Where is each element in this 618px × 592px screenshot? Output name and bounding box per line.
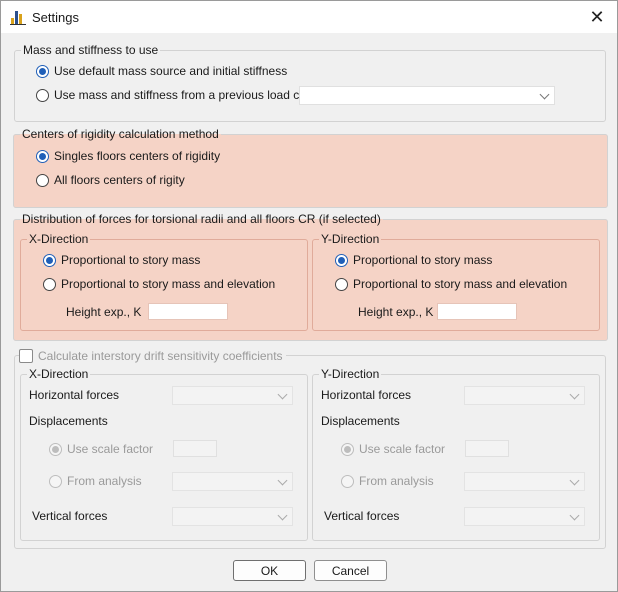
chevron-down-icon (569, 475, 580, 486)
drift-sensitivity-checkbox[interactable]: Calculate interstory drift sensitivity c… (19, 349, 286, 363)
radio-default-mass-indicator (36, 64, 49, 78)
mass-stiffness-group: Mass and stiffness to use (14, 44, 606, 122)
radio-single-floor-cr-indicator (36, 149, 49, 163)
radio-y-mass-elevation[interactable]: Proportional to story mass and elevation (335, 277, 567, 291)
radio-single-floor-cr-label: Singles floors centers of rigidity (54, 149, 221, 163)
x-vertical-forces-combo[interactable] (172, 507, 293, 526)
chevron-down-icon (277, 475, 288, 486)
radio-y-story-mass-indicator (335, 253, 348, 267)
radio-y-analysis-label: From analysis (359, 474, 434, 488)
radio-y-scale-label: Use scale factor (359, 442, 446, 456)
radio-y-analysis-indicator (341, 474, 354, 488)
drift-checkbox-box (19, 349, 33, 363)
radio-default-mass[interactable]: Use default mass source and initial stif… (36, 64, 287, 78)
drift-y-legend: Y-Direction (321, 367, 380, 381)
y-horizontal-forces-combo[interactable] (464, 386, 585, 405)
drift-x-legend: X-Direction (29, 367, 89, 381)
radio-x-mass-elevation-indicator (43, 277, 56, 291)
radio-x-mass-elevation[interactable]: Proportional to story mass and elevation (43, 277, 275, 291)
radio-x-story-mass-label: Proportional to story mass (61, 253, 201, 267)
radio-single-floor-cr[interactable]: Singles floors centers of rigidity (36, 149, 220, 163)
y-from-analysis-combo[interactable] (464, 472, 585, 491)
torsion-x-legend: X-Direction (29, 232, 89, 246)
cancel-button[interactable]: Cancel (314, 560, 387, 581)
radio-x-from-analysis[interactable]: From analysis (49, 474, 142, 488)
y-height-exp-input[interactable] (437, 303, 517, 320)
close-icon[interactable]: ✕ (577, 1, 617, 33)
radio-x-scale-label: Use scale factor (67, 442, 154, 456)
y-height-exp-label: Height exp., K (358, 305, 434, 319)
radio-all-floors-cr[interactable]: All floors centers of rigity (36, 173, 185, 187)
radio-y-story-mass-label: Proportional to story mass (353, 253, 493, 267)
radio-y-mass-elevation-label: Proportional to story mass and elevation (353, 277, 568, 291)
bar-chart-app-icon (10, 11, 26, 25)
drift-checkbox-label: Calculate interstory drift sensitivity c… (38, 349, 283, 363)
radio-x-mass-elevation-label: Proportional to story mass and elevation (61, 277, 276, 291)
title-bar: Settings ✕ (1, 1, 617, 33)
window-title: Settings (32, 10, 79, 25)
radio-y-scale-indicator (341, 442, 354, 456)
radio-x-analysis-label: From analysis (67, 474, 142, 488)
y-horizontal-forces-label: Horizontal forces (321, 388, 412, 402)
radio-y-use-scale-factor[interactable]: Use scale factor (341, 442, 445, 456)
y-vertical-forces-label: Vertical forces (324, 509, 400, 523)
chevron-down-icon (539, 89, 550, 100)
radio-previous-case-indicator (36, 88, 49, 102)
rigidity-method-group: Centers of rigidity calculation method (13, 128, 608, 208)
x-height-exp-label: Height exp., K (66, 305, 142, 319)
radio-x-analysis-indicator (49, 474, 62, 488)
torsion-y-legend: Y-Direction (321, 232, 380, 246)
radio-y-from-analysis[interactable]: From analysis (341, 474, 434, 488)
radio-previous-case[interactable]: Use mass and stiffness from a previous l… (36, 88, 319, 102)
x-vertical-forces-label: Vertical forces (32, 509, 108, 523)
radio-all-floors-cr-indicator (36, 173, 49, 187)
force-distribution-legend: Distribution of forces for torsional rad… (22, 212, 381, 226)
radio-x-story-mass[interactable]: Proportional to story mass (43, 253, 200, 267)
radio-previous-case-label: Use mass and stiffness from a previous l… (54, 88, 319, 102)
radio-x-scale-indicator (49, 442, 62, 456)
chevron-down-icon (569, 510, 580, 521)
x-horizontal-forces-label: Horizontal forces (29, 388, 120, 402)
radio-x-story-mass-indicator (43, 253, 56, 267)
chevron-down-icon (569, 389, 580, 400)
rigidity-method-legend: Centers of rigidity calculation method (22, 127, 219, 141)
x-displacements-label: Displacements (29, 414, 108, 428)
x-horizontal-forces-combo[interactable] (172, 386, 293, 405)
radio-all-floors-cr-label: All floors centers of rigity (54, 173, 185, 187)
chevron-down-icon (277, 510, 288, 521)
mass-stiffness-legend: Mass and stiffness to use (23, 43, 159, 57)
radio-x-use-scale-factor[interactable]: Use scale factor (49, 442, 153, 456)
ok-button[interactable]: OK (233, 560, 306, 581)
x-from-analysis-combo[interactable] (172, 472, 293, 491)
radio-y-story-mass[interactable]: Proportional to story mass (335, 253, 492, 267)
y-scale-factor-input[interactable] (465, 440, 509, 457)
previous-load-case-combo[interactable] (299, 86, 555, 105)
x-scale-factor-input[interactable] (173, 440, 217, 457)
radio-y-mass-elevation-indicator (335, 277, 348, 291)
chevron-down-icon (277, 389, 288, 400)
y-vertical-forces-combo[interactable] (464, 507, 585, 526)
x-height-exp-input[interactable] (148, 303, 228, 320)
y-displacements-label: Displacements (321, 414, 400, 428)
radio-default-mass-label: Use default mass source and initial stif… (54, 64, 288, 78)
settings-dialog: Settings ✕ Mass and stiffness to use Use… (0, 0, 618, 592)
